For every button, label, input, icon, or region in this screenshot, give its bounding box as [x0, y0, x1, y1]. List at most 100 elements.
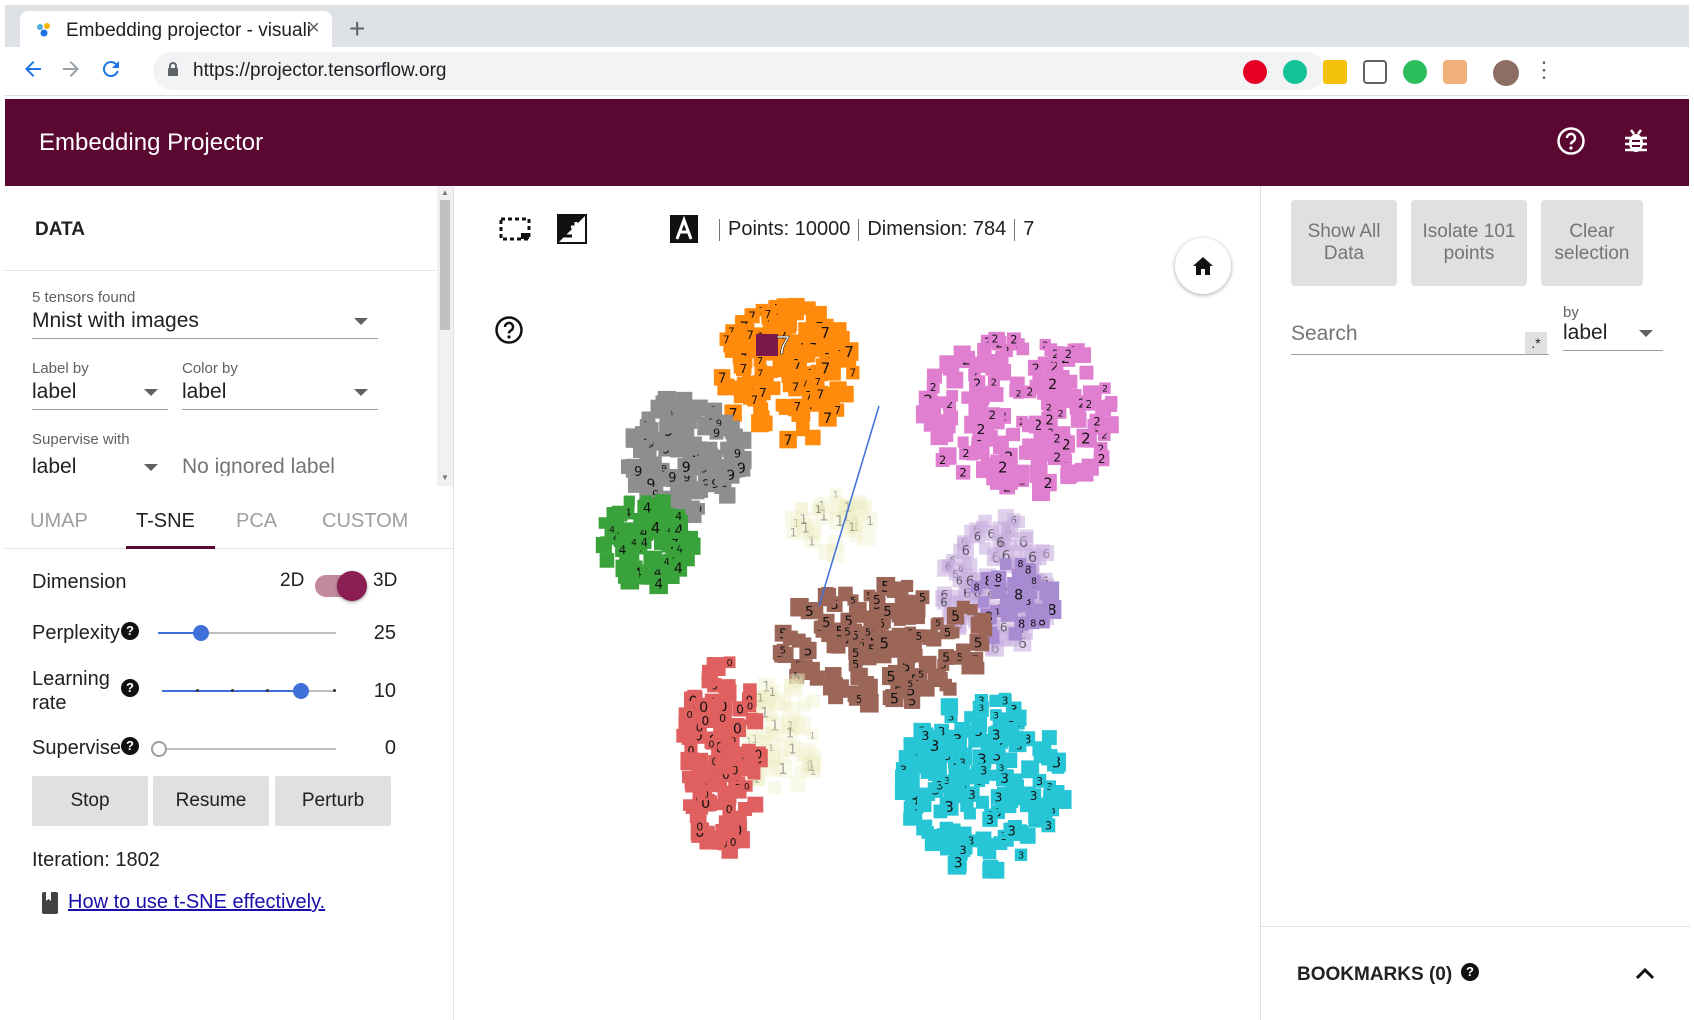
- digit-point[interactable]: [863, 610, 882, 628]
- digit-point[interactable]: [731, 785, 743, 797]
- profile-avatar[interactable]: [1493, 60, 1519, 86]
- pocket-extension-icon[interactable]: [1363, 60, 1387, 84]
- digit-point[interactable]: [1070, 412, 1087, 428]
- digit-point[interactable]: [644, 457, 662, 475]
- extension-icon[interactable]: [1323, 60, 1347, 84]
- digit-point[interactable]: [1040, 581, 1060, 601]
- tsne-scatter-plot[interactable]: 7777777777777777777777777777777777777777…: [574, 296, 1174, 1016]
- tab-umap[interactable]: UMAP: [30, 510, 88, 533]
- digit-point[interactable]: [1043, 790, 1062, 809]
- reset-view-button[interactable]: [1175, 238, 1231, 294]
- digit-point[interactable]: [933, 804, 948, 819]
- tab-pca[interactable]: PCA: [236, 510, 277, 533]
- digit-point[interactable]: [730, 810, 743, 823]
- grammarly-extension-icon[interactable]: [1283, 60, 1307, 84]
- digit-point[interactable]: [701, 670, 718, 687]
- digit-point[interactable]: [944, 704, 956, 716]
- digit-point[interactable]: [829, 381, 847, 399]
- digit-point[interactable]: [736, 376, 753, 393]
- label-by-select[interactable]: label: [32, 377, 168, 410]
- digit-point[interactable]: [939, 837, 959, 856]
- digit-point[interactable]: [926, 631, 942, 647]
- digit-point[interactable]: [901, 579, 914, 593]
- digit-point[interactable]: [989, 549, 1002, 562]
- digit-point[interactable]: [830, 679, 849, 698]
- digit-point[interactable]: [1060, 468, 1076, 485]
- show-all-data-button[interactable]: Show All Data: [1291, 200, 1397, 286]
- digit-point[interactable]: [747, 713, 764, 730]
- digit-point[interactable]: [1009, 545, 1022, 558]
- digit-point[interactable]: [861, 694, 873, 706]
- help-icon[interactable]: ?: [1461, 963, 1479, 981]
- digit-point[interactable]: [1021, 418, 1036, 433]
- digit-point[interactable]: [969, 356, 986, 373]
- digit-point[interactable]: [889, 582, 903, 596]
- digit-point[interactable]: [599, 553, 615, 568]
- digit-point[interactable]: [804, 756, 821, 773]
- digit-point[interactable]: [826, 638, 842, 654]
- new-tab-icon[interactable]: +: [349, 13, 365, 45]
- digit-point[interactable]: [946, 389, 959, 402]
- close-tab-icon[interactable]: ×: [308, 17, 320, 40]
- digit-point[interactable]: [722, 446, 734, 458]
- digit-point[interactable]: [595, 537, 612, 554]
- data-panel-scrollbar[interactable]: ▲ ▼: [437, 186, 453, 486]
- slider-thumb[interactable]: [293, 683, 310, 699]
- learning-rate-slider[interactable]: [162, 683, 336, 699]
- supervise-slider[interactable]: [151, 741, 336, 757]
- digit-point[interactable]: [705, 406, 717, 419]
- digit-point[interactable]: [662, 415, 681, 434]
- digit-point[interactable]: [902, 611, 916, 625]
- help-icon[interactable]: ?: [121, 622, 139, 640]
- digit-point[interactable]: [976, 795, 989, 809]
- digit-point[interactable]: [948, 766, 966, 784]
- digit-point[interactable]: [984, 353, 1001, 371]
- digit-point[interactable]: [686, 481, 705, 500]
- digit-point[interactable]: [903, 812, 917, 826]
- digit-point[interactable]: [943, 785, 959, 801]
- digit-point[interactable]: [685, 500, 700, 515]
- digit-point[interactable]: [960, 798, 974, 813]
- help-icon[interactable]: ?: [121, 679, 139, 697]
- digit-point[interactable]: [794, 501, 808, 516]
- digit-point[interactable]: [796, 662, 810, 676]
- digit-point[interactable]: [970, 616, 988, 634]
- bug-report-icon[interactable]: [1621, 126, 1651, 156]
- digit-point[interactable]: [683, 799, 695, 811]
- digit-point[interactable]: [1005, 428, 1018, 441]
- digit-point[interactable]: [707, 449, 722, 465]
- chevron-up-icon[interactable]: [1635, 966, 1655, 980]
- search-by-select[interactable]: label: [1563, 318, 1663, 351]
- digit-point[interactable]: [916, 819, 933, 836]
- regex-toggle[interactable]: .*: [1525, 332, 1547, 354]
- digit-point[interactable]: [790, 776, 806, 792]
- hovered-point[interactable]: [756, 334, 778, 356]
- moon-icon[interactable]: [612, 214, 644, 244]
- digit-point[interactable]: [809, 670, 825, 686]
- digit-point[interactable]: [642, 422, 659, 439]
- digit-point[interactable]: [861, 650, 874, 663]
- ignored-label-select[interactable]: No ignored label: [182, 452, 378, 476]
- digit-point[interactable]: [910, 648, 923, 662]
- digit-point[interactable]: [970, 385, 990, 405]
- perplexity-slider[interactable]: [158, 625, 336, 641]
- help-icon[interactable]: ?: [121, 737, 139, 755]
- digit-point[interactable]: [907, 784, 920, 797]
- digit-point[interactable]: [623, 495, 635, 507]
- digit-point[interactable]: [857, 527, 876, 546]
- search-field[interactable]: [1291, 318, 1549, 355]
- digit-point[interactable]: [734, 431, 752, 449]
- stop-button[interactable]: Stop: [32, 776, 148, 826]
- slider-thumb[interactable]: [151, 741, 167, 757]
- digit-point[interactable]: [895, 630, 913, 648]
- digit-point[interactable]: [980, 841, 993, 854]
- digit-point[interactable]: [680, 530, 699, 549]
- dimension-toggle[interactable]: [315, 571, 367, 601]
- label-toggle-icon[interactable]: [668, 214, 700, 244]
- back-icon[interactable]: [21, 57, 45, 81]
- digit-point[interactable]: [675, 391, 693, 409]
- digit-point[interactable]: [957, 436, 969, 448]
- digit-point[interactable]: [680, 752, 699, 771]
- digit-point[interactable]: [1041, 730, 1057, 746]
- digit-point[interactable]: [1001, 474, 1016, 488]
